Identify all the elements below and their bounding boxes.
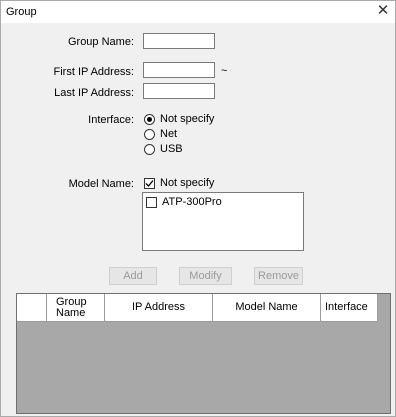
table-header: Group Name IP Address Model Name Interfa… [17,294,378,322]
last-ip-input[interactable] [143,83,215,99]
model-list[interactable]: ATP-300Pro [142,192,304,251]
radio-selected-icon[interactable] [144,113,155,125]
group-dialog: Group ✕ Group Name: First IP Address: ~ … [0,0,396,417]
close-icon[interactable]: ✕ [375,3,391,19]
interface-radio-net[interactable]: Net [144,128,177,140]
ip-range-separator: ~ [221,65,228,77]
checkbox-icon[interactable] [146,196,157,208]
first-ip-input[interactable] [143,62,215,78]
last-ip-label: Last IP Address: [54,87,134,99]
modify-button[interactable]: Modify [179,267,232,285]
group-name-input[interactable] [143,33,215,49]
add-button[interactable]: Add [109,267,157,285]
checkbox-label: Not specify [160,177,215,189]
column-header-select[interactable] [17,294,47,322]
model-list-item-label: ATP-300Pro [162,196,222,208]
interface-radio-usb[interactable]: USB [144,143,183,155]
remove-button[interactable]: Remove [254,267,303,285]
model-not-specify-checkbox[interactable]: Not specify [144,177,214,189]
window-title: Group [6,6,37,18]
column-header-group-name[interactable]: Group Name [47,294,105,322]
model-name-label: Model Name: [68,178,134,190]
title-bar: Group ✕ [1,1,395,23]
column-header-model-name[interactable]: Model Name [213,294,321,322]
radio-icon[interactable] [144,128,155,140]
interface-label: Interface: [88,114,134,126]
radio-label: Net [160,128,178,140]
group-table[interactable]: Group Name IP Address Model Name Interfa… [16,293,391,414]
first-ip-label: First IP Address: [53,66,135,78]
radio-label: USB [160,143,183,155]
group-name-label: Group Name: [67,36,134,48]
radio-label: Not specify [160,113,215,125]
column-header-interface[interactable]: Interface [321,294,378,322]
column-header-ip-address[interactable]: IP Address [105,294,213,322]
model-list-item[interactable]: ATP-300Pro [146,196,222,208]
checkbox-checked-icon[interactable] [144,177,155,189]
interface-radio-not-specify[interactable]: Not specify [144,113,214,125]
radio-icon[interactable] [144,143,155,155]
